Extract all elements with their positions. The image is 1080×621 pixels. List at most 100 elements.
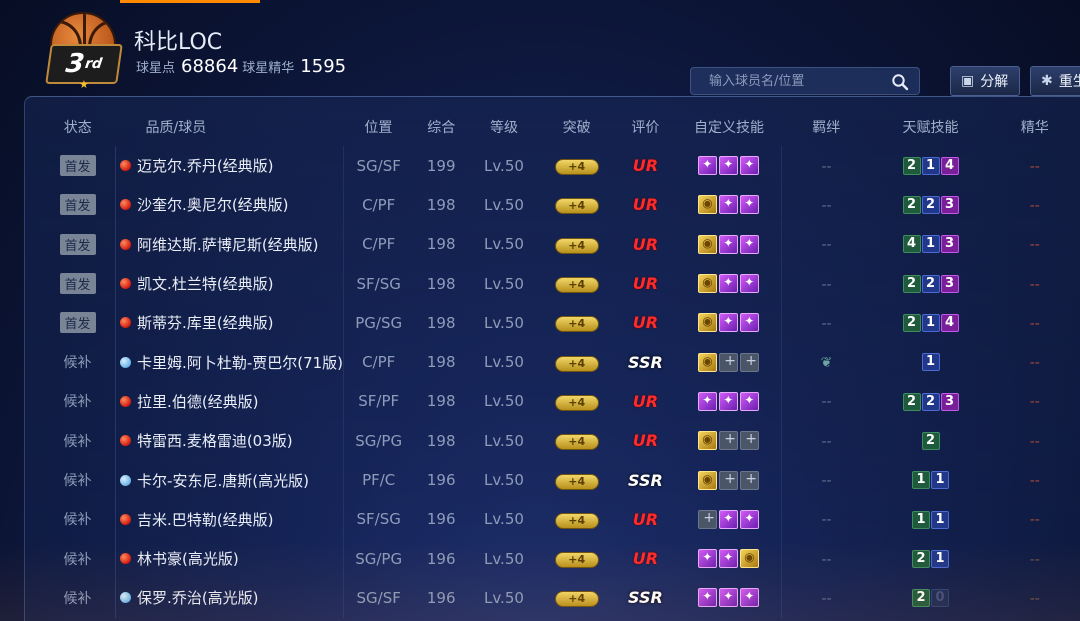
talent-badge[interactable]: 3 (940, 235, 959, 254)
header-position[interactable]: 位置 (344, 108, 414, 146)
bond-icon[interactable]: ❦ (821, 355, 833, 371)
table-row[interactable]: 首发 凯文.杜兰特(经典版) SF/SG 198 Lv.50 +4 UR -- 223 -- (40, 263, 1080, 304)
skill-empty-icon[interactable] (719, 470, 739, 490)
skill-purple-icon[interactable] (740, 313, 760, 333)
talent-badge[interactable]: 4 (940, 156, 959, 175)
header-overall[interactable]: 综合 (413, 108, 469, 146)
table-row[interactable]: 首发 迈克尔.乔丹(经典版) SG/SF 199 Lv.50 +4 UR -- 214 -- (40, 146, 1080, 186)
table-row[interactable]: 候补 特雷西.麦格雷迪(03版) SG/PG 198 Lv.50 +4 UR -- 2 -- (40, 421, 1080, 461)
player-name-cell[interactable]: 卡尔-安东尼.唐斯(高光版) (120, 470, 309, 491)
talent-badge[interactable]: 1 (921, 235, 940, 254)
talent-badge[interactable]: 2 (921, 274, 940, 293)
skill-empty-icon[interactable] (698, 509, 718, 529)
skill-purple-icon[interactable] (740, 588, 760, 608)
talent-badge[interactable]: 1 (912, 471, 930, 490)
skill-gold-icon[interactable] (698, 470, 718, 490)
player-cell[interactable]: 迈克尔.乔丹(经典版) (115, 146, 344, 186)
player-cell[interactable]: 保罗.乔治(高光版) (115, 578, 344, 618)
talent-badge[interactable]: 4 (940, 314, 959, 333)
player-name-cell[interactable]: 沙奎尔.奥尼尔(经典版) (120, 194, 289, 215)
table-row[interactable]: 候补 拉里.伯德(经典版) SF/PF 198 Lv.50 +4 UR -- 223 -- (40, 381, 1080, 422)
skill-gold-icon[interactable] (698, 431, 718, 451)
player-cell[interactable]: 凯文.杜兰特(经典版) (115, 263, 344, 304)
talent-badge[interactable]: 3 (940, 392, 959, 411)
skill-gold-icon[interactable] (698, 195, 718, 215)
split-button[interactable]: ▣ 分解 (950, 66, 1020, 96)
talent-badge[interactable]: 2 (921, 431, 940, 450)
skill-purple-icon[interactable] (719, 588, 739, 608)
player-name-cell[interactable]: 凯文.杜兰特(经典版) (120, 273, 274, 294)
skill-empty-icon[interactable] (740, 431, 760, 451)
table-row[interactable]: 候补 吉米.巴特勒(经典版) SF/SG 196 Lv.50 +4 UR -- 11 -- (40, 499, 1080, 539)
talent-badge[interactable]: 2 (921, 196, 940, 215)
header-skills[interactable]: 自定义技能 (676, 108, 781, 146)
header-rating[interactable]: 评价 (615, 108, 677, 146)
skill-empty-icon[interactable] (719, 431, 739, 451)
skill-purple-icon[interactable] (740, 156, 760, 176)
reset-button[interactable]: ✱ 重生 (1030, 66, 1080, 96)
header-bond[interactable]: 羁绊 (782, 108, 871, 146)
search-icon[interactable] (891, 73, 909, 91)
skill-purple-icon[interactable] (740, 391, 760, 411)
skill-purple-icon[interactable] (740, 234, 760, 254)
talent-badge[interactable]: 2 (902, 156, 921, 175)
player-cell[interactable]: 林书豪(高光版) (115, 538, 344, 579)
skill-gold-icon[interactable] (740, 549, 760, 569)
skill-purple-icon[interactable] (719, 313, 739, 333)
table-row[interactable]: 候补 林书豪(高光版) SG/PG 196 Lv.50 +4 UR -- 21 -- (40, 538, 1080, 579)
header-status[interactable]: 状态 (40, 108, 116, 146)
skill-gold-icon[interactable] (698, 313, 718, 333)
player-name-cell[interactable]: 迈克尔.乔丹(经典版) (120, 155, 274, 176)
skill-purple-icon[interactable] (740, 274, 760, 294)
player-cell[interactable]: 特雷西.麦格雷迪(03版) (115, 421, 344, 461)
skill-empty-icon[interactable] (719, 352, 739, 372)
talent-badge[interactable]: 0 (931, 589, 949, 608)
talent-badge[interactable]: 3 (940, 196, 959, 215)
player-name-cell[interactable]: 卡里姆.阿卜杜勒-贾巴尔(71版) (120, 352, 343, 373)
header-player[interactable]: 品质/球员 (116, 108, 344, 146)
player-name-cell[interactable]: 林书豪(高光版) (120, 548, 239, 569)
player-name-cell[interactable]: 阿维达斯.萨博尼斯(经典版) (120, 234, 319, 255)
skill-purple-icon[interactable] (698, 549, 718, 569)
table-row[interactable]: 首发 斯蒂芬.库里(经典版) PG/SG 198 Lv.50 +4 UR -- 214 -- (40, 303, 1080, 343)
skill-gold-icon[interactable] (698, 274, 718, 294)
talent-badge[interactable]: 1 (931, 471, 949, 490)
skill-purple-icon[interactable] (698, 156, 718, 176)
skill-purple-icon[interactable] (740, 509, 760, 529)
talent-badge[interactable]: 2 (912, 549, 930, 568)
header-essence[interactable]: 精华 (990, 108, 1079, 146)
player-name-cell[interactable]: 吉米.巴特勒(经典版) (120, 509, 274, 530)
skill-purple-icon[interactable] (698, 588, 718, 608)
table-row[interactable]: 首发 沙奎尔.奥尼尔(经典版) C/PF 198 Lv.50 +4 UR -- 223 -- (40, 185, 1080, 225)
player-cell[interactable]: 卡里姆.阿卜杜勒-贾巴尔(71版) (115, 342, 344, 382)
table-row[interactable]: 候补 卡尔-安东尼.唐斯(高光版) PF/C 196 Lv.50 +4 SSR -- 11 -- (40, 460, 1080, 500)
player-name-cell[interactable]: 保罗.乔治(高光版) (120, 587, 259, 608)
player-name-cell[interactable]: 斯蒂芬.库里(经典版) (120, 312, 274, 333)
skill-purple-icon[interactable] (719, 195, 739, 215)
talent-badge[interactable]: 1 (921, 314, 940, 333)
skill-purple-icon[interactable] (698, 391, 718, 411)
header-level[interactable]: 等级 (469, 108, 539, 146)
skill-purple-icon[interactable] (719, 509, 739, 529)
talent-badge[interactable]: 4 (902, 235, 921, 254)
talent-badge[interactable]: 1 (921, 156, 940, 175)
skill-empty-icon[interactable] (740, 352, 760, 372)
skill-purple-icon[interactable] (719, 234, 739, 254)
skill-purple-icon[interactable] (719, 391, 739, 411)
skill-purple-icon[interactable] (719, 156, 739, 176)
player-cell[interactable]: 阿维达斯.萨博尼斯(经典版) (115, 224, 344, 264)
talent-badge[interactable]: 3 (940, 274, 959, 293)
header-talent[interactable]: 天赋技能 (871, 108, 990, 146)
table-row[interactable]: 首发 阿维达斯.萨博尼斯(经典版) C/PF 198 Lv.50 +4 UR -- 413 -- (40, 224, 1080, 264)
talent-badge[interactable]: 1 (931, 549, 949, 568)
talent-badge[interactable]: 2 (902, 196, 921, 215)
talent-badge[interactable]: 2 (902, 314, 921, 333)
player-cell[interactable]: 吉米.巴特勒(经典版) (115, 499, 344, 539)
player-cell[interactable]: 沙奎尔.奥尼尔(经典版) (115, 185, 344, 225)
talent-badge[interactable]: 2 (912, 589, 930, 608)
search-input[interactable] (709, 73, 889, 89)
skill-purple-icon[interactable] (740, 195, 760, 215)
header-breakthrough[interactable]: 突破 (539, 108, 615, 146)
table-row[interactable]: 候补 保罗.乔治(高光版) SG/SF 196 Lv.50 +4 SSR -- 20 -- (40, 578, 1080, 618)
talent-badge[interactable]: 2 (902, 392, 921, 411)
